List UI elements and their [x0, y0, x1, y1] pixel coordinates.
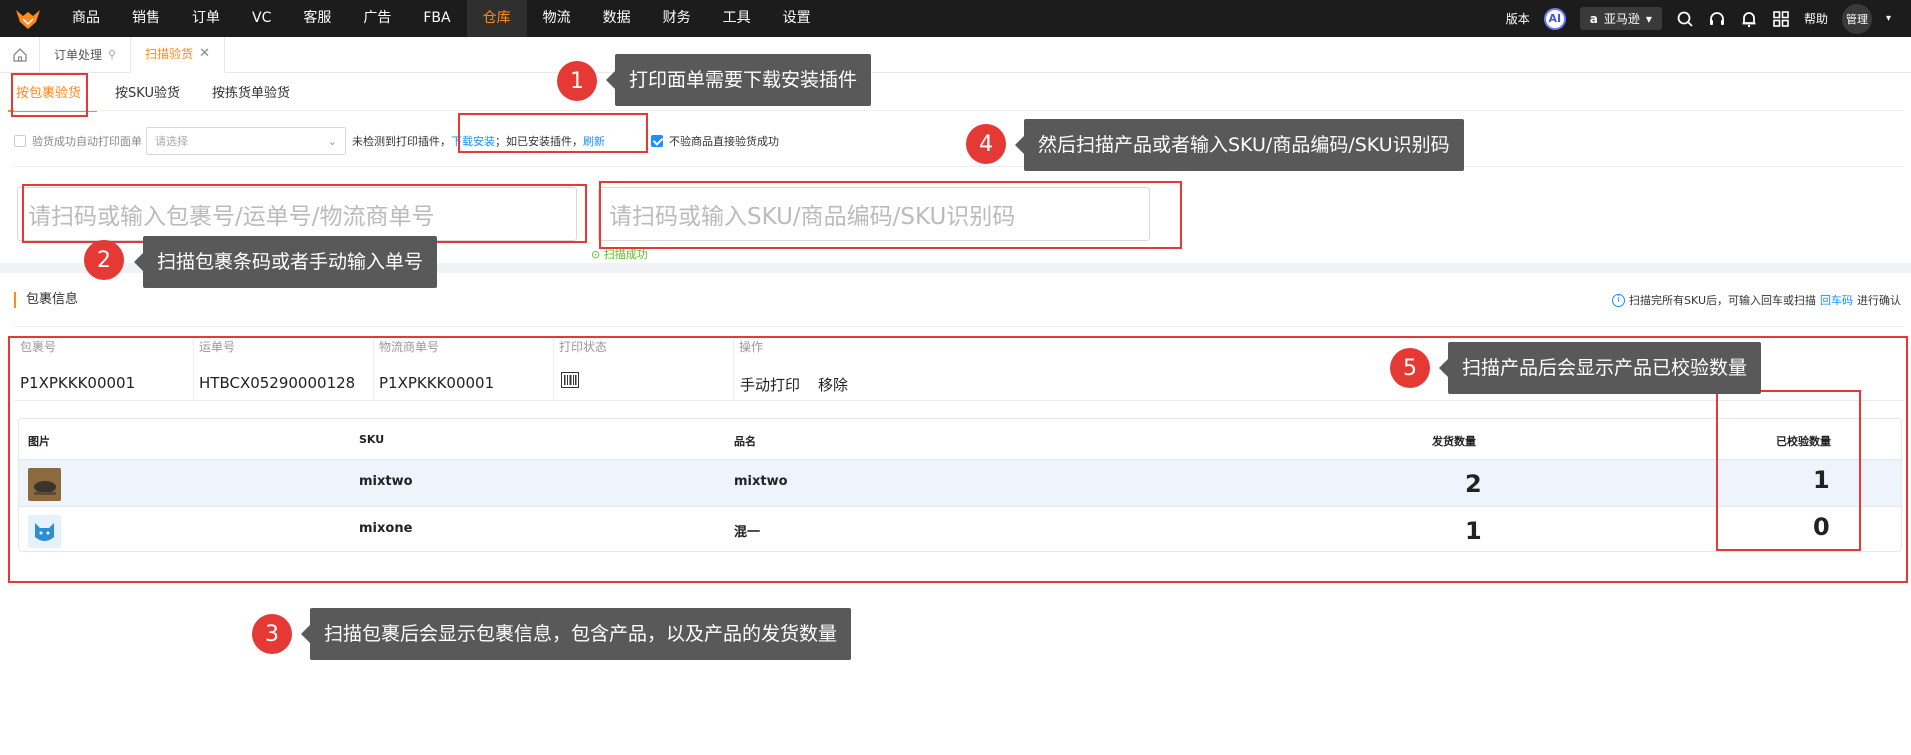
section-title: 包裹信息	[14, 292, 78, 308]
tab-by-sku[interactable]: 按SKU验货	[97, 76, 196, 112]
annotation-callout: 扫描产品后会显示产品已校验数量	[1438, 342, 1762, 394]
logo-icon[interactable]	[0, 0, 56, 37]
auto-print-checkbox[interactable]	[14, 135, 26, 147]
avatar[interactable]: 管理	[1841, 3, 1872, 34]
annotation-number: 2	[84, 240, 124, 280]
nav-item-products[interactable]: 商品	[56, 0, 116, 37]
divider	[14, 110, 1904, 111]
hint-suffix: 进行确认	[1857, 294, 1901, 307]
select-placeholder: 请选择	[155, 135, 188, 148]
bell-icon[interactable]	[1740, 10, 1758, 28]
divider	[14, 166, 1904, 167]
enter-code-link[interactable]: 回车码	[1820, 292, 1853, 308]
nav-item-service[interactable]: 客服	[287, 0, 347, 37]
check-circle-icon: ⊙	[591, 248, 601, 261]
ai-icon[interactable]: AI	[1543, 7, 1566, 30]
info-icon: i	[1612, 293, 1626, 307]
annotation-number: 3	[252, 614, 292, 654]
annotation-callout: 然后扫描产品或者输入SKU/商品编码/SKU识别码	[1015, 119, 1464, 171]
nav-item-logistics[interactable]: 物流	[527, 0, 587, 37]
tab-label: 订单处理	[54, 47, 103, 62]
home-icon	[12, 47, 27, 62]
search-icon[interactable]	[1676, 10, 1694, 28]
highlight-box	[22, 184, 587, 243]
pin-icon[interactable]: ⚲	[108, 37, 116, 73]
nav-item-ads[interactable]: 广告	[347, 0, 407, 37]
version-link[interactable]: 版本	[1506, 10, 1530, 27]
print-template-select[interactable]: 请选择 ⌄	[146, 127, 346, 155]
confirm-hint: i 扫描完所有SKU后，可输入回车或扫描 回车码 进行确认	[1612, 292, 1901, 308]
annotation-callout: 扫描包裹后会显示包裹信息，包含产品，以及产品的发货数量	[300, 608, 852, 660]
divider	[14, 326, 1904, 327]
tab-scan-inspection[interactable]: 扫描验货 ✕	[131, 36, 225, 73]
help-link[interactable]: 帮助	[1804, 10, 1828, 27]
main-menu: 商品 销售 订单 VC 客服 广告 FBA 仓库 物流 数据 财务 工具 设置	[56, 0, 827, 37]
page-tabs: 订单处理 ⚲ 扫描验货 ✕	[0, 36, 1911, 73]
scan-success-text: 扫描成功	[603, 248, 648, 261]
hint-text: 扫描完所有SKU后，可输入回车或扫描	[1629, 294, 1816, 307]
nav-item-tools[interactable]: 工具	[707, 0, 767, 37]
nav-item-vc[interactable]: VC	[236, 0, 287, 37]
nav-item-orders[interactable]: 订单	[176, 0, 236, 37]
nav-item-settings[interactable]: 设置	[767, 0, 827, 37]
store-label: 亚马逊	[1603, 12, 1640, 26]
skip-check-checkbox[interactable]	[651, 135, 663, 147]
apps-grid-icon[interactable]	[1772, 10, 1790, 28]
headset-icon[interactable]	[1708, 10, 1726, 28]
nav-item-data[interactable]: 数据	[587, 0, 647, 37]
tab-order-processing[interactable]: 订单处理 ⚲	[40, 36, 132, 73]
home-tab[interactable]	[0, 36, 40, 73]
chevron-down-icon: ⌄	[327, 134, 337, 148]
highlight-box	[458, 113, 648, 153]
options-row: 验货成功自动打印面单 请选择 ⌄ 未检测到打印插件， 下载安装 ；如已安装插件，…	[14, 126, 779, 156]
annotation-number: 1	[557, 61, 597, 101]
caret-down-icon[interactable]: ▾	[1886, 13, 1891, 24]
caret-down-icon: ▾	[1645, 11, 1652, 26]
amazon-icon: a	[1589, 11, 1598, 26]
annotation-callout: 打印面单需要下载安装插件	[605, 54, 872, 106]
tab-label: 扫描验货	[145, 46, 194, 61]
nav-item-fba[interactable]: FBA	[407, 0, 466, 37]
annotation-number: 4	[966, 124, 1006, 164]
plugin-status-text: 未检测到打印插件，	[352, 135, 451, 148]
auto-print-label: 验货成功自动打印面单	[32, 135, 142, 148]
nav-right-tools: 版本 AI a 亚马逊 ▾ 帮助 管理 ▾	[1506, 0, 1911, 37]
highlight-box	[599, 181, 1182, 249]
nav-item-warehouse[interactable]: 仓库	[466, 0, 527, 37]
tab-by-picklist[interactable]: 按拣货单验货	[196, 76, 306, 112]
highlight-box	[11, 73, 88, 117]
nav-item-sales[interactable]: 销售	[116, 0, 176, 37]
highlight-box	[1716, 390, 1861, 551]
top-nav: 商品 销售 订单 VC 客服 广告 FBA 仓库 物流 数据 财务 工具 设置 …	[0, 0, 1911, 37]
nav-item-finance[interactable]: 财务	[647, 0, 707, 37]
close-icon[interactable]: ✕	[199, 36, 210, 72]
annotation-callout: 扫描包裹条码或者手动输入单号	[133, 236, 438, 288]
annotation-number: 5	[1390, 348, 1430, 388]
skip-check-label: 不验商品直接验货成功	[669, 135, 779, 148]
store-select[interactable]: a 亚马逊 ▾	[1579, 7, 1662, 30]
